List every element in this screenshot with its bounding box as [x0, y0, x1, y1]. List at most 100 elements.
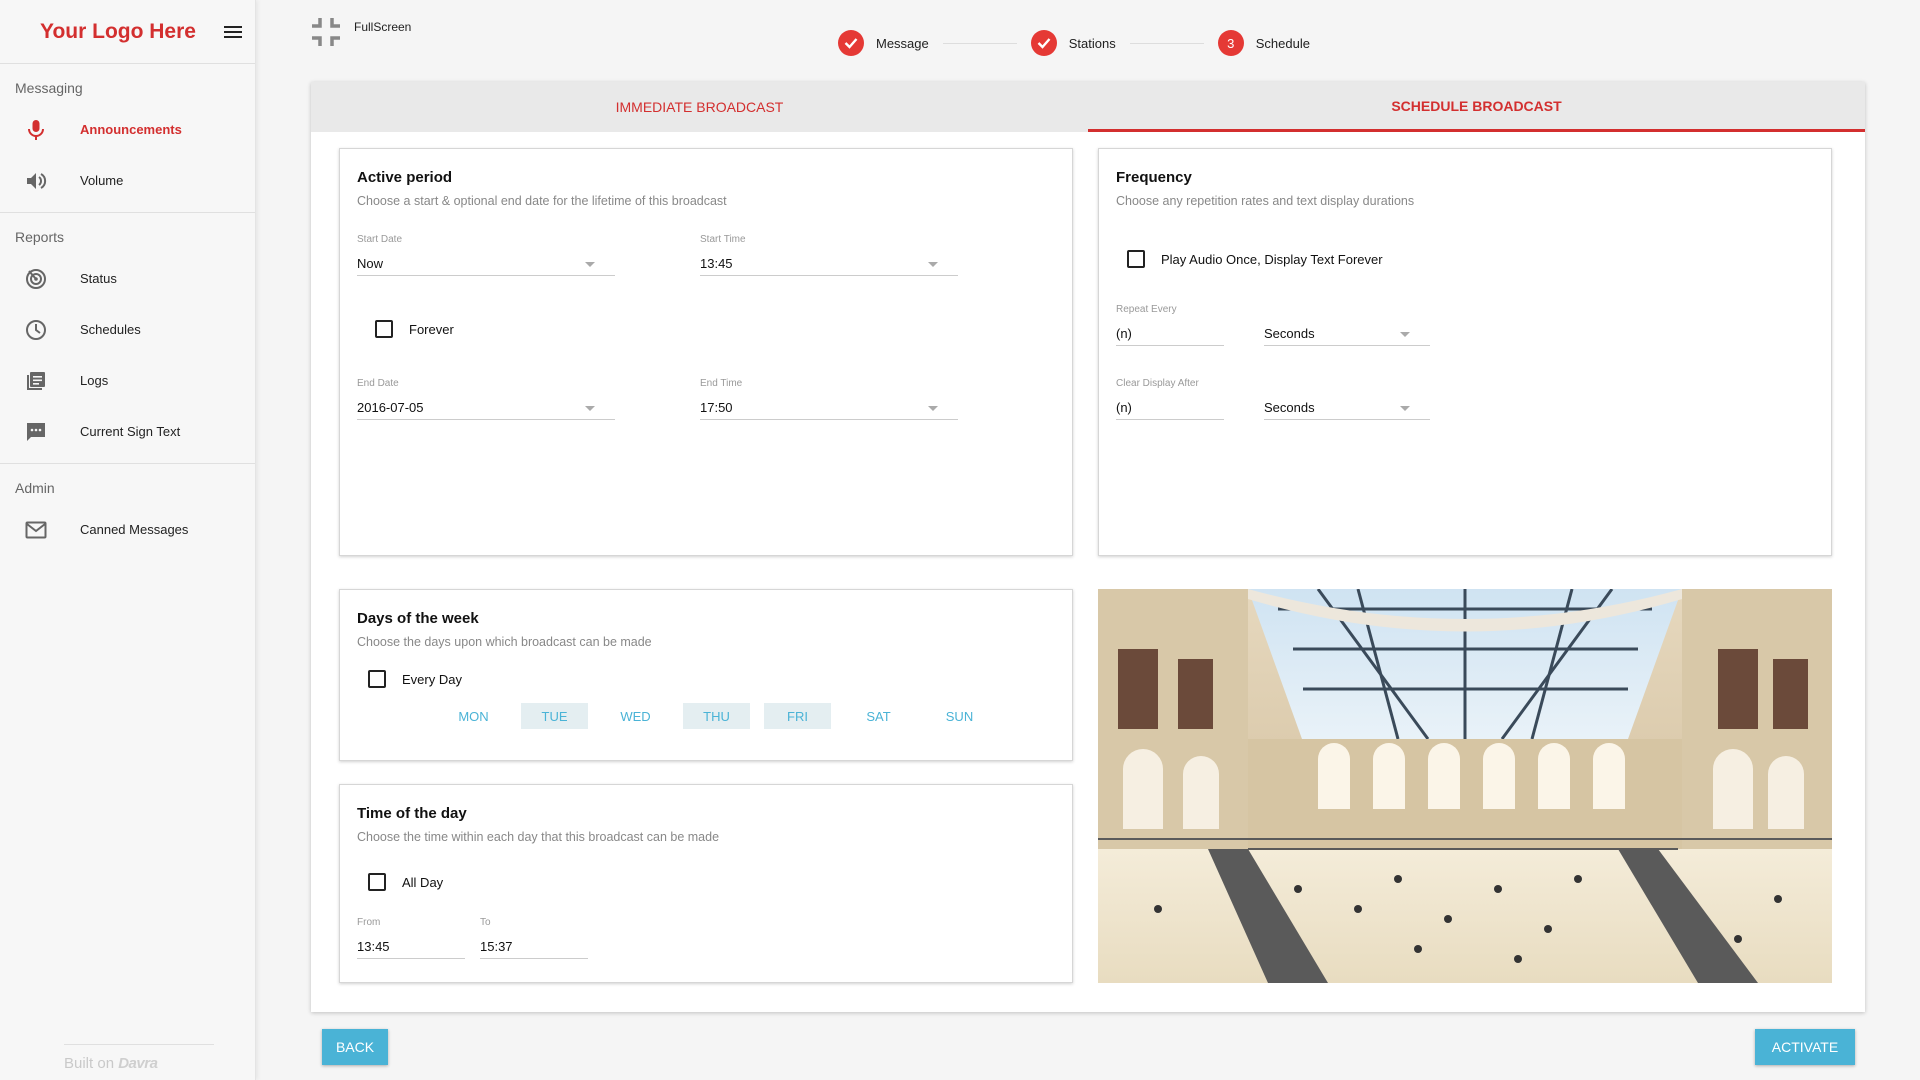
dropdown-caret-icon [928, 262, 938, 267]
end-time-select[interactable]: End Time 17:50 [700, 378, 958, 420]
panel-title: Frequency [1116, 169, 1192, 186]
mall-interior-photo [1098, 589, 1832, 983]
step-connector [1129, 42, 1204, 44]
step-label: Schedule [1255, 35, 1310, 51]
mail-icon [25, 519, 47, 541]
tab-schedule-broadcast[interactable]: SCHEDULE BROADCAST [1088, 82, 1865, 132]
built-on-footer: Built on Davra [64, 1044, 214, 1072]
stepper: Message Stations 3 Schedule [838, 30, 1310, 56]
hamburger-menu-icon[interactable] [221, 20, 245, 44]
checkbox-box[interactable] [368, 873, 386, 891]
section-label-admin: Admin [15, 480, 55, 496]
clear-display-input[interactable]: Clear Display After (n) [1116, 378, 1224, 420]
check-icon [838, 30, 864, 56]
sidebar-item-volume[interactable]: Volume [0, 155, 255, 206]
day-toggle-mon[interactable]: MON [440, 703, 507, 729]
day-toggle-fri[interactable]: FRI [764, 703, 831, 729]
field-value: Seconds [1264, 400, 1315, 415]
day-toggle-sat[interactable]: SAT [845, 703, 912, 729]
fullscreen-exit-icon [310, 16, 342, 48]
sidebar-item-current-sign-text[interactable]: Current Sign Text [0, 406, 255, 457]
day-toggle-wed[interactable]: WED [602, 703, 669, 729]
field-value: Now [357, 256, 384, 271]
field-label: To [480, 917, 491, 928]
sidebar-item-schedules[interactable]: Schedules [0, 304, 255, 355]
to-time-input[interactable]: To 15:37 [480, 917, 588, 959]
field-value: (n) [1116, 400, 1132, 415]
logs-icon [25, 370, 47, 392]
clear-unit-select[interactable]: Seconds [1264, 400, 1430, 420]
field-value: 15:37 [480, 939, 513, 954]
field-label: Clear Display After [1116, 378, 1199, 389]
dropdown-caret-icon [1400, 406, 1410, 411]
field-value: 13:45 [357, 939, 390, 954]
panel-title: Time of the day [357, 805, 467, 822]
back-button[interactable]: BACK [322, 1029, 388, 1065]
checkbox-box[interactable] [1127, 250, 1145, 268]
clock-icon [25, 319, 47, 341]
all-day-checkbox[interactable]: All Day [368, 873, 443, 891]
day-toggle-tue[interactable]: TUE [521, 703, 588, 729]
repeat-unit-select[interactable]: Seconds [1264, 326, 1430, 346]
field-label: Start Time [700, 234, 746, 245]
tab-label: SCHEDULE BROADCAST [1391, 97, 1562, 114]
step-label: Message [876, 35, 929, 51]
from-time-input[interactable]: From 13:45 [357, 917, 465, 959]
panel-subtitle: Choose the time within each day that thi… [357, 830, 720, 844]
frequency-panel: Frequency Choose any repetition rates an… [1098, 148, 1832, 556]
sidebar-item-label: Canned Messages [80, 522, 189, 537]
built-on-text: Built on [64, 1055, 115, 1072]
dropdown-caret-icon [1400, 332, 1410, 337]
day-toggle-thu[interactable]: THU [683, 703, 750, 729]
field-label: From [357, 917, 381, 928]
sidebar-item-label: Logs [80, 373, 109, 388]
field-value: Seconds [1264, 326, 1315, 341]
sidebar-item-logs[interactable]: Logs [0, 355, 255, 406]
field-label: Repeat Every [1116, 304, 1177, 315]
fullscreen-toggle[interactable]: FullScreen [310, 16, 411, 48]
end-date-select[interactable]: End Date 2016-07-05 [357, 378, 615, 420]
tab-immediate-broadcast[interactable]: IMMEDIATE BROADCAST [311, 82, 1088, 132]
start-date-select[interactable]: Start Date Now [357, 234, 615, 276]
panel-subtitle: Choose a start & optional end date for t… [357, 194, 727, 208]
sidebar-item-canned-messages[interactable]: Canned Messages [0, 504, 255, 555]
app-logo: Your Logo Here [40, 19, 196, 43]
repeat-every-input[interactable]: Repeat Every (n) [1116, 304, 1224, 346]
every-day-checkbox[interactable]: Every Day [368, 670, 462, 688]
step-label: Stations [1068, 35, 1116, 51]
microphone-icon [25, 119, 47, 141]
step-stations[interactable]: Stations [1030, 30, 1116, 56]
play-once-checkbox[interactable]: Play Audio Once, Display Text Forever [1127, 250, 1383, 268]
activate-button[interactable]: ACTIVATE [1755, 1029, 1855, 1065]
field-value: 2016-07-05 [357, 400, 424, 415]
forever-checkbox[interactable]: Forever [375, 320, 454, 338]
step-connector [942, 42, 1017, 44]
section-label-messaging: Messaging [15, 80, 83, 96]
day-toggle-sun[interactable]: SUN [926, 703, 993, 729]
panel-title: Days of the week [357, 610, 479, 627]
sidebar-item-label: Current Sign Text [80, 424, 181, 439]
panel-title: Active period [357, 169, 453, 186]
tab-label: IMMEDIATE BROADCAST [615, 99, 784, 115]
sidebar-item-label: Volume [80, 173, 124, 188]
field-value: (n) [1116, 326, 1132, 341]
checkbox-label: Forever [409, 321, 454, 337]
checkbox-box[interactable] [368, 670, 386, 688]
field-label: End Time [700, 378, 743, 389]
sidebar-item-status[interactable]: Status [0, 253, 255, 304]
section-label-reports: Reports [15, 229, 65, 245]
broadcast-tabs: IMMEDIATE BROADCAST SCHEDULE BROADCAST [311, 82, 1865, 132]
sidebar-item-announcements[interactable]: Announcements [0, 104, 255, 155]
sidebar: Your Logo Here Messaging Announcements V… [0, 0, 256, 1080]
step-message[interactable]: Message [838, 30, 929, 56]
panel-subtitle: Choose any repetition rates and text dis… [1116, 194, 1415, 208]
volume-icon [25, 170, 47, 192]
field-value: 17:50 [700, 400, 733, 415]
davra-logo: Davra [118, 1055, 158, 1072]
dropdown-caret-icon [585, 262, 595, 267]
step-schedule[interactable]: 3 Schedule [1217, 30, 1310, 56]
checkbox-box[interactable] [375, 320, 393, 338]
day-toggle-group: MON TUE WED THU FRI SAT SUN [440, 703, 1007, 729]
start-time-select[interactable]: Start Time 13:45 [700, 234, 958, 276]
sidebar-item-label: Status [80, 271, 117, 286]
